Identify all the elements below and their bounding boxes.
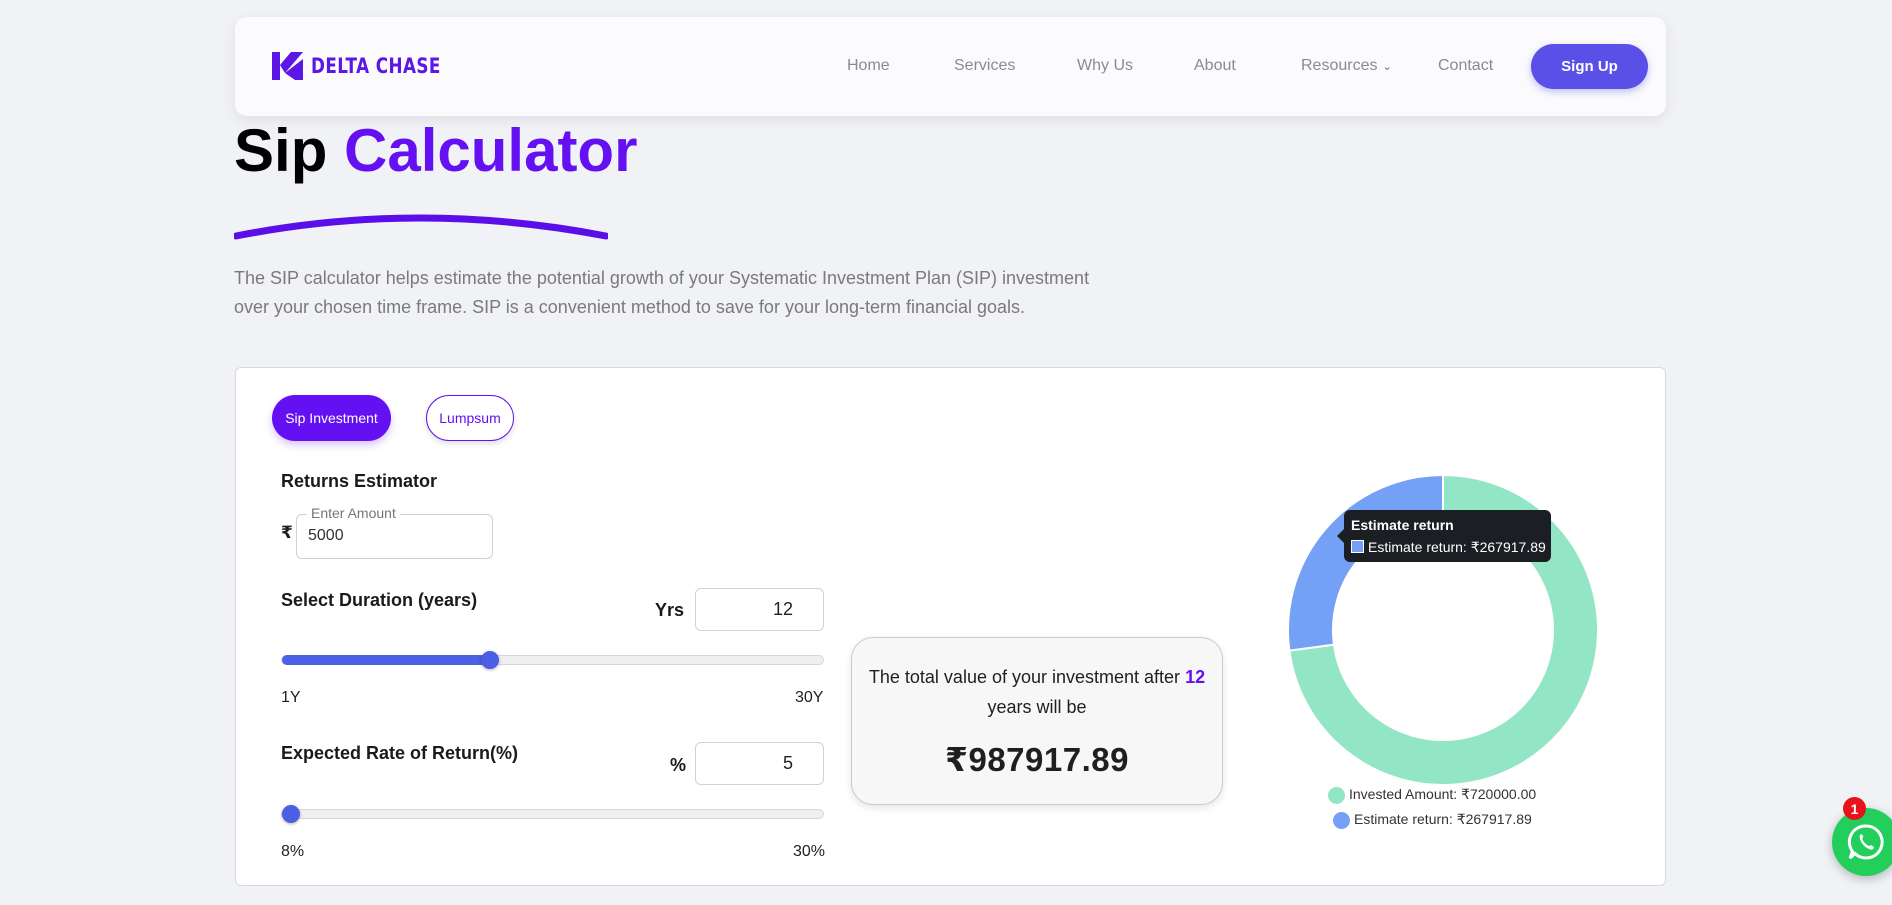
tab-sip-investment[interactable]: Sip Investment <box>272 395 391 441</box>
page-title: Sip Calculator <box>234 116 637 185</box>
tooltip-color-swatch <box>1351 540 1364 553</box>
tooltip-body: Estimate return: ₹267917.89 <box>1368 539 1546 555</box>
chevron-down-icon: ⌄ <box>1382 61 1392 73</box>
duration-unit: Yrs <box>655 600 685 620</box>
rate-slider-handle[interactable] <box>282 805 300 823</box>
legend-dot-invested <box>1328 786 1345 804</box>
duration-max-label: 30Y <box>795 689 824 706</box>
duration-input[interactable] <box>696 589 823 630</box>
page-title-part2: Calculator <box>344 117 638 184</box>
nav-services[interactable]: Services <box>954 57 1015 75</box>
result-panel: The total value of your investment after… <box>851 637 1223 805</box>
legend-item-estimate[interactable]: Estimate return: ₹267917.89 <box>1333 811 1532 829</box>
amount-field-label: Enter Amount <box>307 505 400 521</box>
rate-input[interactable] <box>696 743 823 784</box>
nav-contact[interactable]: Contact <box>1438 57 1493 75</box>
duration-min-label: 1Y <box>281 689 301 706</box>
legend-item-invested[interactable]: Invested Amount: ₹720000.00 <box>1328 786 1536 804</box>
rate-slider[interactable] <box>281 805 824 823</box>
nav-resources-label: Resources <box>1301 57 1378 74</box>
delta-chase-logo-icon <box>272 52 303 80</box>
title-underline-decoration <box>234 214 608 240</box>
duration-field[interactable] <box>695 588 824 631</box>
whatsapp-chat-button[interactable] <box>1832 808 1892 876</box>
result-text-before: The total value of your investment after <box>868 667 1181 687</box>
navbar: DELTA CHASE Home Services Why Us About R… <box>235 17 1666 116</box>
duration-slider-fill <box>282 655 491 665</box>
notification-badge: 1 <box>1843 797 1866 820</box>
nav-home[interactable]: Home <box>847 57 890 75</box>
donut-slice-estimate-return[interactable] <box>1287 473 1444 652</box>
brand-logo[interactable]: DELTA CHASE <box>271 49 473 83</box>
nav-why-us[interactable]: Why Us <box>1077 57 1133 75</box>
rate-field[interactable] <box>695 742 824 785</box>
rate-max-label: 30% <box>793 843 826 860</box>
rupee-symbol: ₹ <box>281 523 293 542</box>
legend-label-estimate: Estimate return: ₹267917.89 <box>1354 811 1532 827</box>
result-text-after: years will be <box>987 697 1087 717</box>
calculator-card: Sip Investment Lumpsum Returns Estimator… <box>235 367 1666 886</box>
tooltip-title: Estimate return <box>1351 517 1454 533</box>
result-text: The total value of your investment after… <box>852 662 1222 722</box>
intro-description: The SIP calculator helps estimate the po… <box>234 268 1090 317</box>
chart-tooltip: Estimate return Estimate return: ₹267917… <box>1337 510 1551 562</box>
returns-estimator-title: Returns Estimator <box>281 471 438 491</box>
page-title-part1: Sip <box>234 117 328 184</box>
whatsapp-icon <box>1847 824 1884 860</box>
rate-min-label: 8% <box>281 843 305 860</box>
amount-input[interactable] <box>308 527 478 545</box>
tab-lumpsum[interactable]: Lumpsum <box>426 395 514 441</box>
rate-label: Expected Rate of Return(%) <box>281 743 519 763</box>
duration-slider-handle[interactable] <box>481 651 500 669</box>
sign-up-button[interactable]: Sign Up <box>1531 44 1648 89</box>
result-total-value: ₹987917.89 <box>945 741 1129 778</box>
duration-slider[interactable] <box>281 651 824 669</box>
nav-about[interactable]: About <box>1194 57 1236 75</box>
amount-field[interactable]: Enter Amount <box>296 505 493 559</box>
brand-name: DELTA CHASE <box>311 54 441 78</box>
legend-dot-estimate <box>1333 811 1350 829</box>
legend-label-invested: Invested Amount: ₹720000.00 <box>1349 786 1537 802</box>
result-years: 12 <box>1185 667 1206 687</box>
duration-label: Select Duration (years) <box>281 590 478 610</box>
rate-unit: % <box>670 755 687 775</box>
nav-resources[interactable]: Resources ⌄ <box>1301 57 1392 75</box>
